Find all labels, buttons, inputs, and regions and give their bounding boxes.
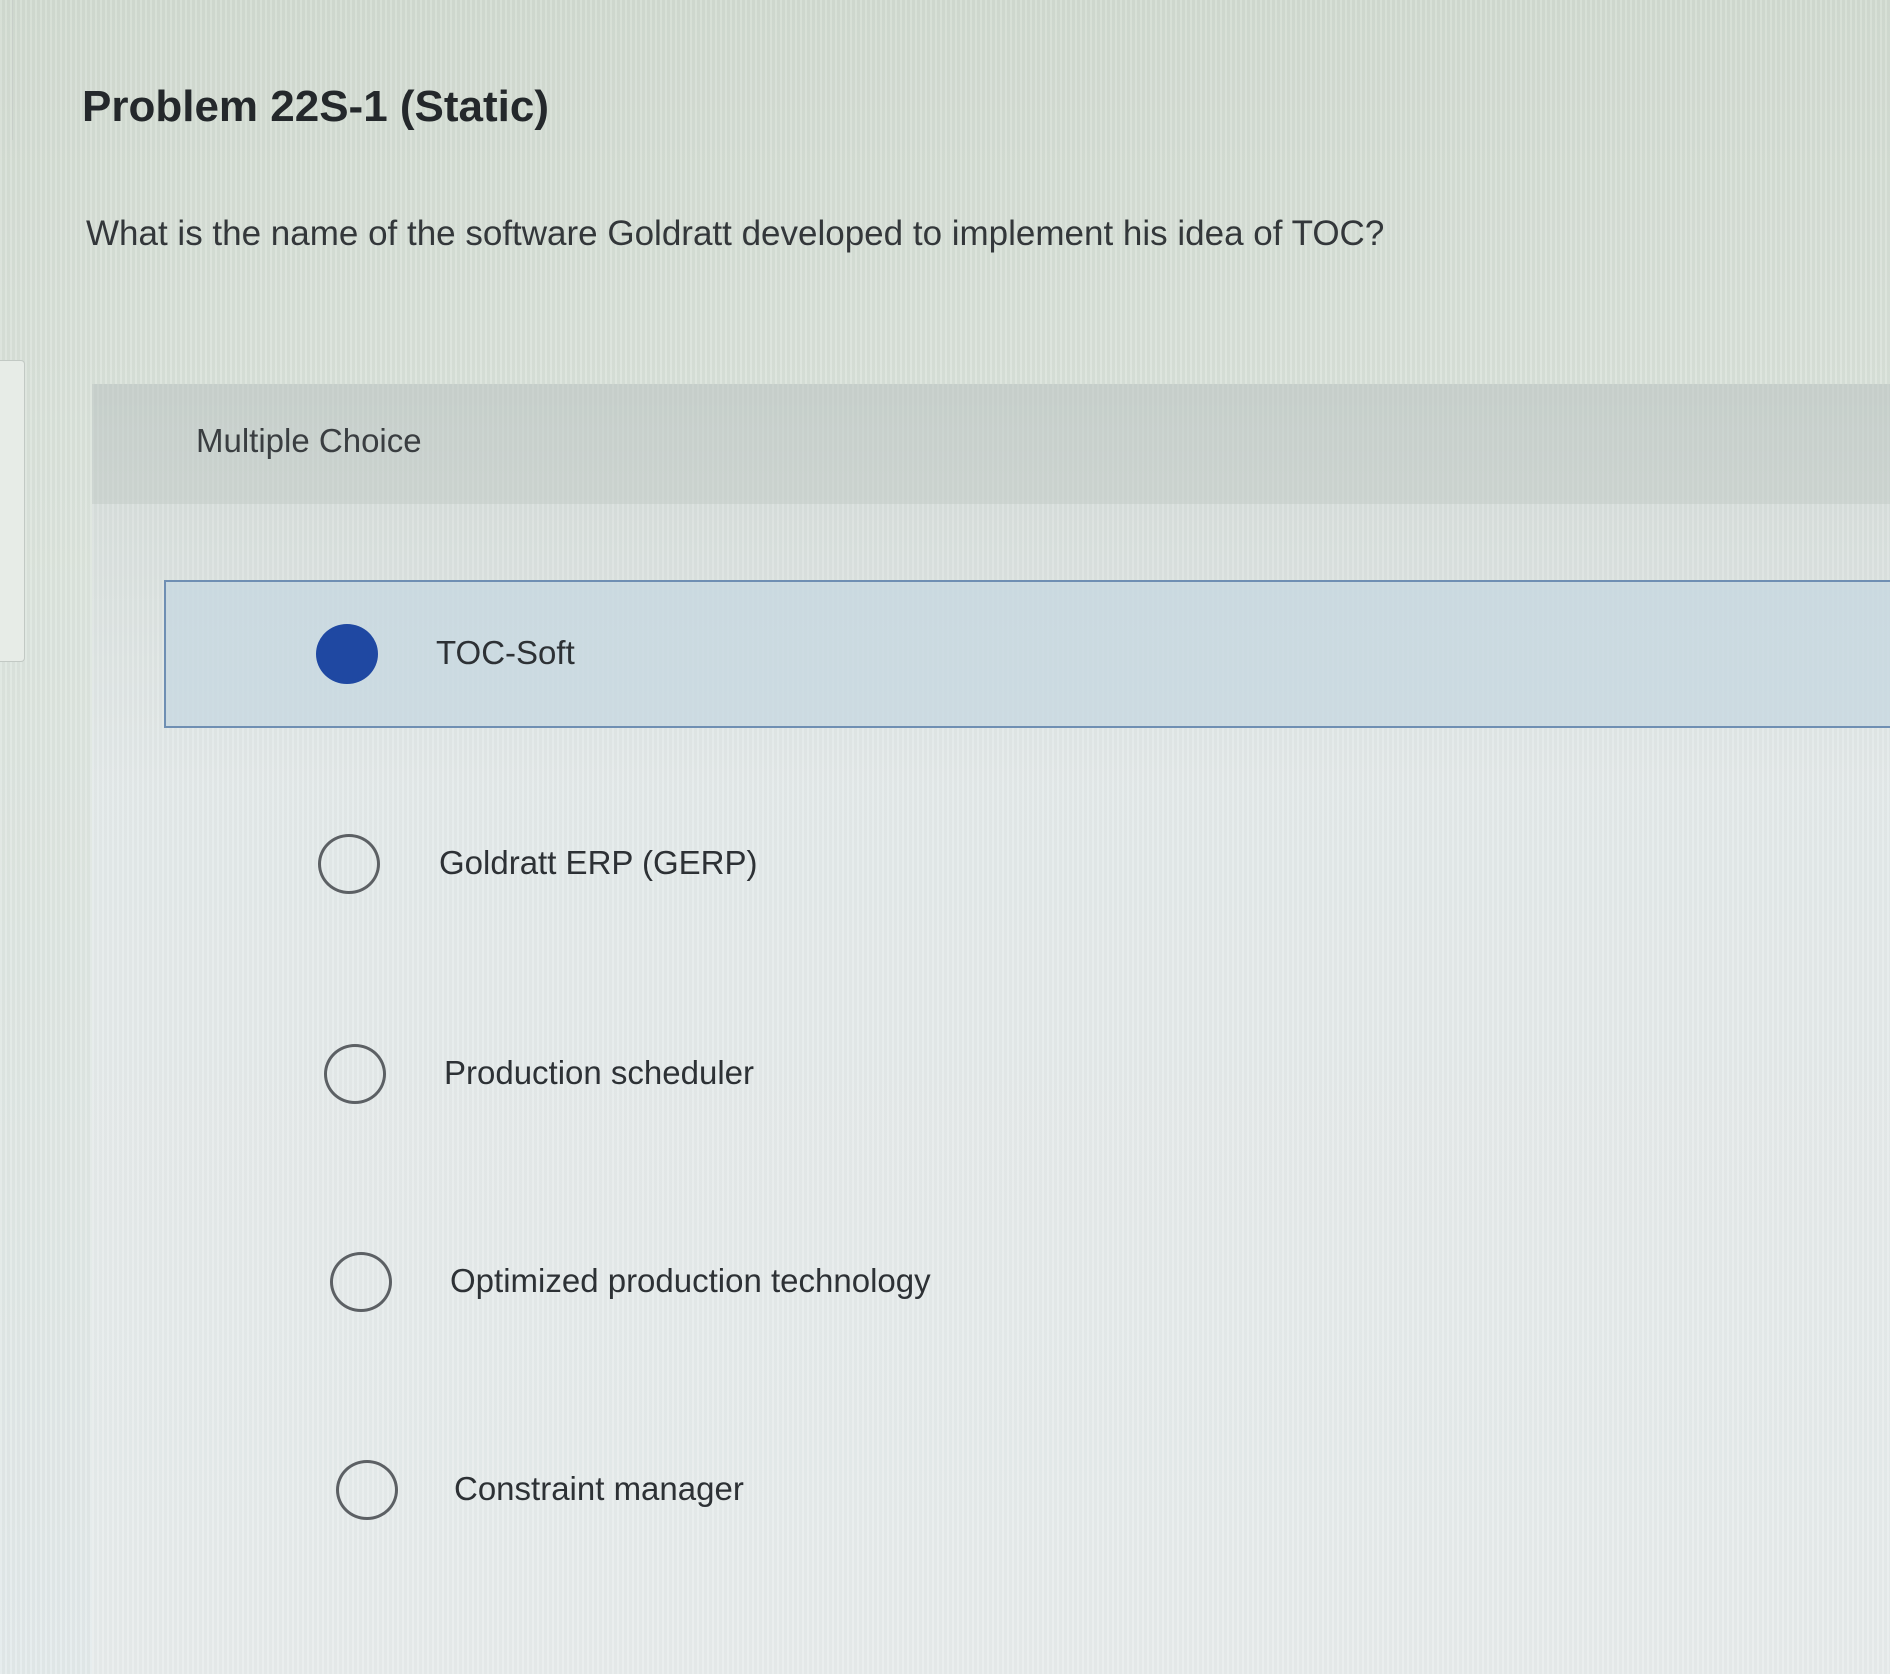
answer-option-label: TOC-Soft <box>436 634 575 671</box>
radio-unselected-icon[interactable] <box>318 834 380 894</box>
side-panel-tab <box>0 360 25 662</box>
answer-option-goldratt-erp[interactable]: Goldratt ERP (GERP) <box>164 792 1890 940</box>
problem-title: Problem 22S-1 (Static) <box>82 82 550 131</box>
radio-unselected-icon[interactable] <box>324 1044 386 1104</box>
answer-option-optimized-production-technology[interactable]: Optimized production technology <box>164 1210 1890 1358</box>
multiple-choice-header: Multiple Choice <box>92 384 1890 504</box>
radio-selected-icon[interactable] <box>316 624 378 684</box>
answer-option-constraint-manager[interactable]: Constraint manager <box>164 1418 1890 1566</box>
answer-option-label: Constraint manager <box>454 1470 744 1507</box>
radio-unselected-icon[interactable] <box>336 1460 398 1520</box>
answer-option-label: Production scheduler <box>444 1054 755 1091</box>
multiple-choice-label: Multiple Choice <box>196 422 422 459</box>
answer-option-production-scheduler[interactable]: Production scheduler <box>164 1002 1890 1150</box>
question-text: What is the name of the software Goldrat… <box>86 214 1385 253</box>
multiple-choice-panel: Multiple Choice TOC-Soft Goldratt ERP (G… <box>92 384 1890 1674</box>
answer-option-label: Optimized production technology <box>450 1262 931 1299</box>
answer-option-toc-soft[interactable]: TOC-Soft <box>164 580 1890 728</box>
radio-unselected-icon[interactable] <box>330 1252 392 1312</box>
answer-option-label: Goldratt ERP (GERP) <box>439 844 758 881</box>
window-edge <box>0 0 13 140</box>
